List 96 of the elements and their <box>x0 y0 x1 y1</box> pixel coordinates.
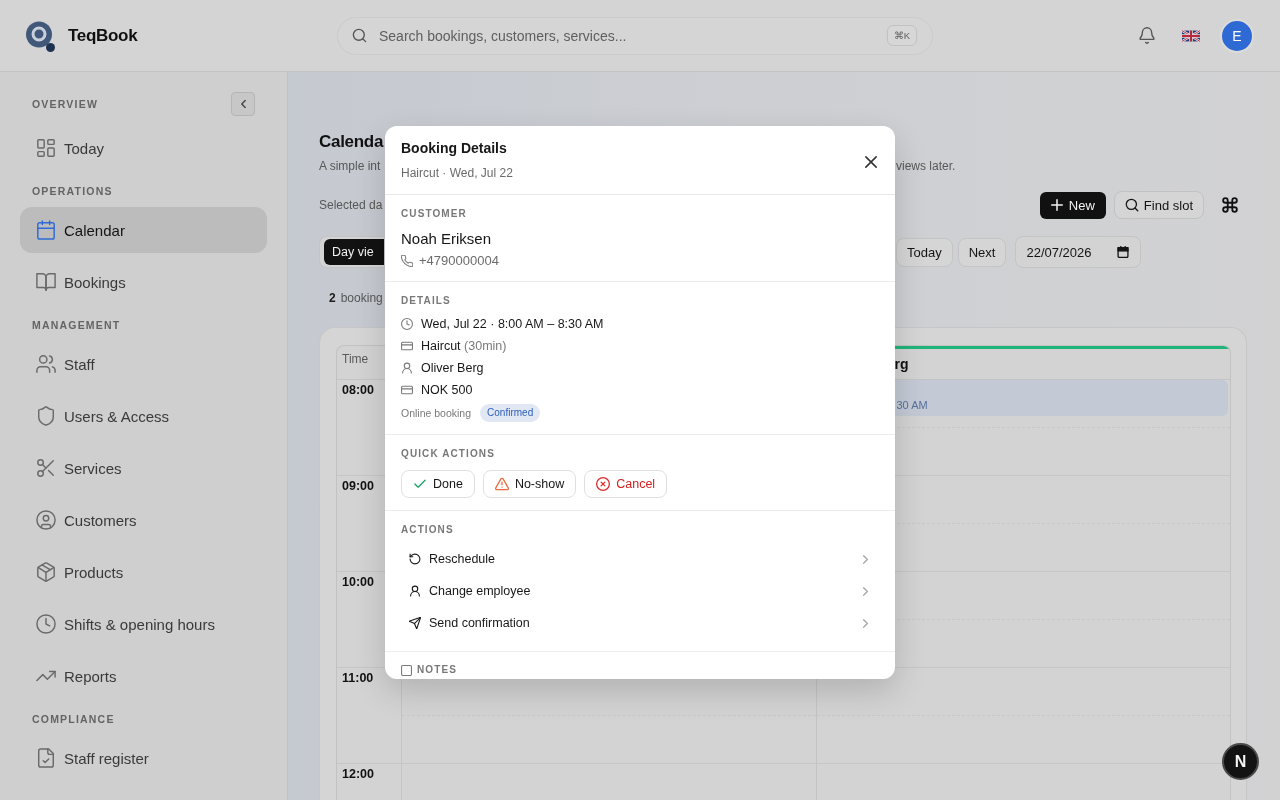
section-title: COMPLIANCE <box>32 712 115 726</box>
action-item[interactable]: Change employee <box>401 575 879 607</box>
booking-count: 2 <box>329 290 336 306</box>
booking-count-label: booking <box>340 290 383 306</box>
detail-text: Oliver Berg <box>421 360 484 376</box>
chevron-right-icon <box>863 554 868 564</box>
shortcut-hint: ⌘K <box>886 25 917 46</box>
done-button[interactable]: Done <box>401 470 475 498</box>
flag-icon[interactable] <box>1182 29 1200 42</box>
file-check-icon <box>36 748 56 768</box>
command-icon[interactable] <box>1222 197 1238 213</box>
page-subtitle: views later. <box>896 158 956 174</box>
sidebar-item[interactable]: Staff <box>20 341 267 387</box>
status-badge: Confirmed <box>480 404 541 422</box>
section-heading: QUICK ACTIONS <box>401 448 495 460</box>
shield-icon <box>36 406 56 426</box>
nav-button[interactable]: Next <box>957 237 1007 267</box>
time-label: 08:00 <box>342 382 374 398</box>
card-icon <box>401 340 413 352</box>
time-label: 11:00 <box>342 670 374 686</box>
sidebar-item[interactable]: Shifts & opening hours <box>20 601 267 647</box>
customer-phone: +4790000004 <box>419 253 499 269</box>
section-heading: NOTES <box>417 664 457 676</box>
clock-icon <box>36 614 56 634</box>
nav-button[interactable]: Today <box>896 237 953 267</box>
action-item[interactable]: Reschedule <box>401 543 879 575</box>
page-subtitle: A simple int <box>319 158 381 174</box>
sidebar-item[interactable]: Reports <box>20 653 267 699</box>
booking-source: Online booking <box>401 407 472 419</box>
sidebar-item[interactable]: Products <box>20 549 267 595</box>
chevron-left-icon <box>240 100 246 108</box>
calendar-icon <box>36 220 56 240</box>
sidebar-item[interactable]: Users & Access <box>20 393 267 439</box>
card-icon <box>401 384 413 396</box>
sidebar-item[interactable]: Calendar <box>20 207 267 253</box>
clock-icon <box>401 318 413 330</box>
sidebar-item[interactable]: Staff register <box>20 735 267 781</box>
scissors-icon <box>36 458 56 478</box>
x-circle-icon <box>596 477 611 491</box>
selected-date-text: Selected da <box>319 197 383 213</box>
collapse-sidebar-button[interactable] <box>231 92 255 116</box>
view-tab[interactable]: Day vie <box>324 239 384 265</box>
square-icon <box>401 664 412 676</box>
chevron-right-icon <box>863 586 868 596</box>
time-label: 10:00 <box>342 574 374 590</box>
page-title: Calenda <box>319 131 384 153</box>
time-label: 12:00 <box>342 766 374 782</box>
search-icon <box>1124 198 1139 212</box>
close-icon <box>865 156 877 168</box>
rotate-icon <box>409 553 421 565</box>
brand-name: TeqBook <box>68 25 138 46</box>
send-icon <box>409 617 421 629</box>
sidebar-item[interactable]: Today <box>20 125 267 171</box>
user-circle-icon <box>36 510 56 530</box>
sidebar-item[interactable]: Customers <box>20 497 267 543</box>
search-field[interactable]: Search bookings, customers, services... ⌘K <box>337 16 933 55</box>
phone-icon <box>401 255 413 267</box>
section-title: OPERATIONS <box>32 184 113 198</box>
grid-icon <box>36 138 56 158</box>
calendar-icon <box>1117 246 1130 258</box>
person-icon <box>409 585 421 597</box>
find-slot-button[interactable]: Find slot <box>1113 191 1204 219</box>
box-icon <box>36 562 56 582</box>
new-button[interactable]: New <box>1039 191 1106 219</box>
bell-icon[interactable] <box>1139 27 1155 44</box>
action-item[interactable]: Send confirmation <box>401 607 879 639</box>
sidebar-item[interactable]: Bookings <box>20 259 267 305</box>
users-icon <box>36 354 56 374</box>
column-header: rg <box>894 355 909 373</box>
plus-icon <box>1050 199 1063 211</box>
time-label: 09:00 <box>342 478 374 494</box>
check-icon <box>413 477 427 491</box>
chevron-right-icon <box>863 618 868 628</box>
user-avatar[interactable]: E <box>1220 18 1254 53</box>
section-title: OVERVIEW <box>32 97 98 111</box>
section-heading: DETAILS <box>401 295 451 307</box>
logo-icon <box>24 19 56 52</box>
date-field[interactable]: 22/07/2026 <box>1015 236 1142 268</box>
customer-name: Noah Eriksen <box>401 229 492 249</box>
dialog-title: Booking Details <box>401 139 507 158</box>
book-icon <box>36 272 56 292</box>
section-heading: ACTIONS <box>401 524 454 536</box>
section-heading: CUSTOMER <box>401 208 467 220</box>
dialog-subtitle: Haircut · Wed, Jul 22 <box>401 165 513 181</box>
column-header: Time <box>342 351 369 367</box>
detail-text: Haircut (30min) <box>421 338 507 354</box>
cancel-button[interactable]: Cancel <box>584 470 668 498</box>
detail-text: Wed, Jul 22 · 8:00 AM – 8:30 AM <box>421 316 604 332</box>
search-icon <box>352 28 367 43</box>
search-input[interactable]: Search bookings, customers, services... <box>379 25 875 46</box>
section-title: MANAGEMENT <box>32 318 121 332</box>
sidebar-item[interactable]: Services <box>20 445 267 491</box>
no-show-button[interactable]: No-show <box>482 470 577 498</box>
detail-text: NOK 500 <box>421 382 473 398</box>
person-icon <box>401 362 413 374</box>
warning-icon <box>494 477 509 491</box>
